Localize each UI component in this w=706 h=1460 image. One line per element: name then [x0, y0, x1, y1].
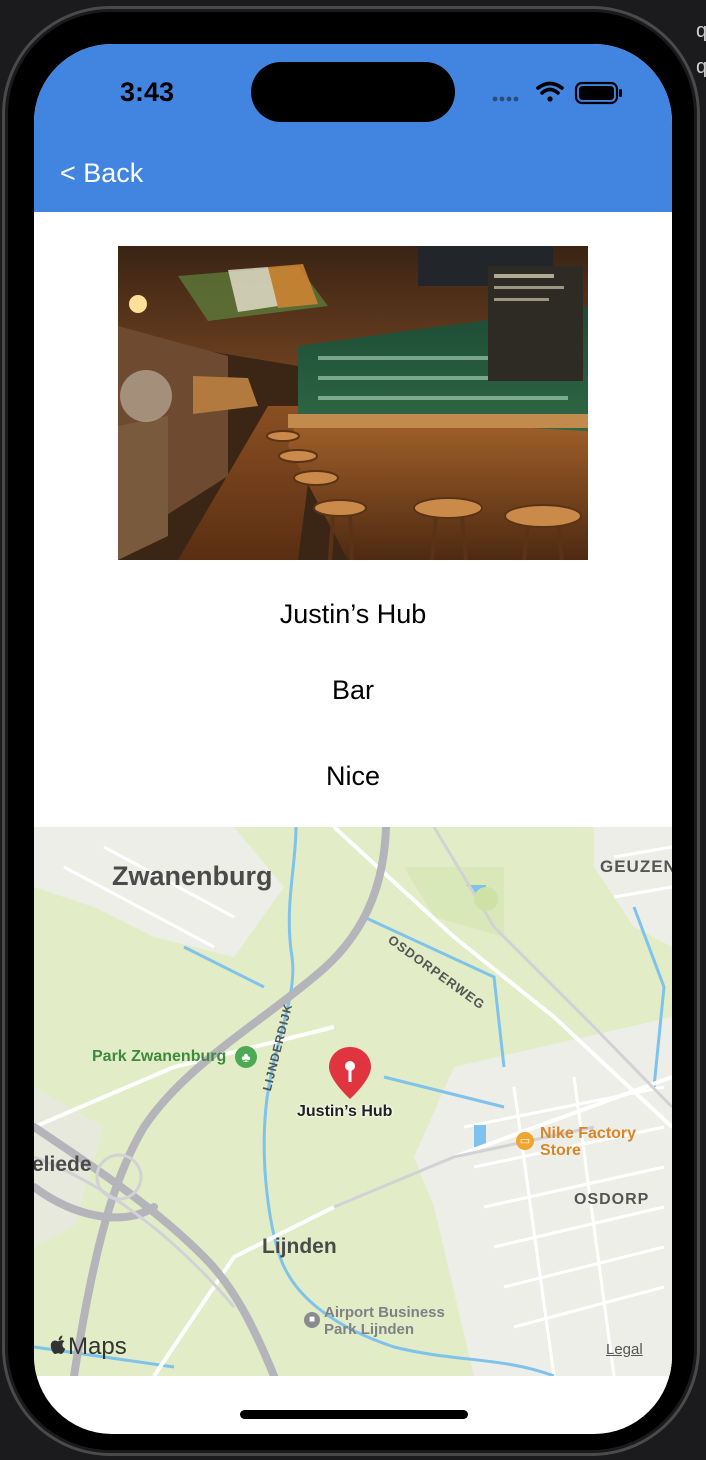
map-label-eliede: eliede [34, 1153, 92, 1176]
bar-interior-image [118, 246, 588, 560]
maps-brand-label: Maps [68, 1333, 127, 1360]
phone-frame: 3:43 < Back Justin’s Hub Bar Nice Zwanen… [2, 6, 700, 1456]
legal-link[interactable]: Legal [606, 1341, 643, 1358]
shopping-icon: ▭ [516, 1132, 534, 1150]
back-button[interactable]: < Back [60, 158, 143, 189]
status-time: 3:43 [120, 77, 175, 107]
map-label-geuzen: GEUZEN [600, 857, 672, 876]
background-text: q [696, 56, 706, 78]
home-indicator[interactable] [240, 1410, 468, 1419]
apple-logo-icon [50, 1335, 66, 1355]
map-label-nike-line1: Nike Factory [540, 1125, 637, 1142]
map-label-zwanenburg: Zwanenburg [112, 861, 273, 891]
map-tiles [34, 827, 672, 1376]
battery-icon [574, 81, 622, 105]
map-label-airport-line2: Park Lijnden [324, 1321, 415, 1338]
place-name: Justin’s Hub [279, 599, 427, 629]
background-text: q [696, 20, 706, 42]
map-label-park-zwanenburg: Park Zwanenburg [92, 1048, 227, 1065]
park-icon: ♣ [235, 1046, 257, 1068]
place-category: Bar [331, 675, 375, 705]
app-screen: 3:43 < Back Justin’s Hub Bar Nice Zwanen… [34, 44, 672, 1434]
navigation-header: 3:43 < Back [34, 44, 672, 212]
map-view[interactable]: Zwanenburg GEUZEN OSDORPERWEG Park Zwane… [34, 827, 672, 1376]
map-pin-icon[interactable] [326, 1045, 374, 1101]
map-label-nike-line2: Store [540, 1142, 581, 1159]
status-icons [492, 81, 622, 105]
signal-icon [492, 96, 519, 102]
wifi-icon [536, 81, 564, 102]
dynamic-island [251, 62, 455, 122]
place-rating: Nice [325, 761, 380, 791]
map-label-airport-line1: Airport Business [324, 1304, 445, 1321]
place-photo [118, 246, 588, 560]
map-label-lijnden: Lijnden [262, 1235, 337, 1258]
business-icon: ■ [304, 1312, 320, 1328]
map-pin-label: Justin’s Hub [297, 1103, 393, 1120]
map-label-osdorp: OSDORP [574, 1191, 650, 1208]
